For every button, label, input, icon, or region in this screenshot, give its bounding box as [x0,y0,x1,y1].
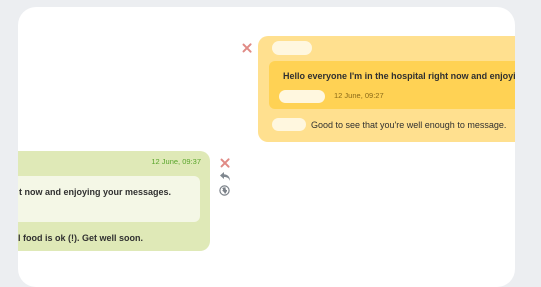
incoming-message-bubble: 12 June, 09:37 t now and enjoying your m… [18,151,210,251]
message-timestamp: 12 June, 09:37 [151,157,201,166]
outgoing-message-bubble: Hello everyone I'm in the hospital right… [258,36,515,142]
reply-icon[interactable] [219,171,231,182]
close-icon[interactable] [242,43,252,53]
message-text: Good to see that you're well enough to m… [311,120,507,130]
chat-panel: Hello everyone I'm in the hospital right… [18,7,515,287]
close-icon[interactable] [220,158,230,168]
redacted-sender-name [272,41,312,55]
redacted-quote-author [279,90,325,103]
quoted-message[interactable]: Hello everyone I'm in the hospital right… [269,61,515,109]
quoted-message[interactable]: t now and enjoying your messages. [18,176,200,222]
redacted-name [272,118,306,131]
message-text: l food is ok (!). Get well soon. [18,233,144,243]
quoted-message-timestamp: 12 June, 09:27 [334,91,384,100]
quoted-message-text: Hello everyone I'm in the hospital right… [283,71,515,81]
quoted-message-text: t now and enjoying your messages. [19,187,172,197]
globe-icon[interactable] [219,185,230,196]
